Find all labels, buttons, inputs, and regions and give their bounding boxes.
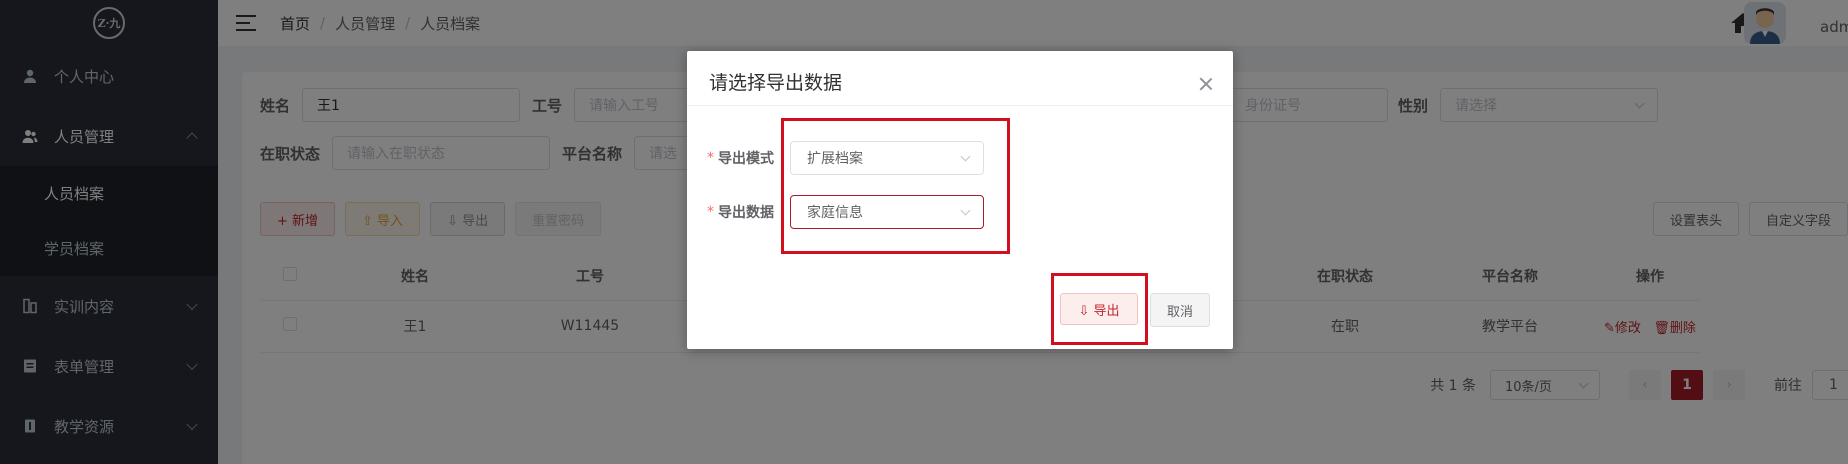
export-mode-row: * 导出模式 扩展档案 [707,141,984,175]
required-mark: * [707,150,714,166]
export-dialog: 请选择导出数据 * 导出模式 扩展档案 * 导出数据 家庭信息 ⇩ 导出 取消 [687,51,1233,349]
dialog-cancel-button[interactable]: 取消 [1150,293,1210,327]
export-data-select[interactable]: 家庭信息 [790,195,984,229]
export-data-row: * 导出数据 家庭信息 [707,195,984,229]
chevron-down-icon [960,205,971,216]
export-mode-select[interactable]: 扩展档案 [790,141,984,175]
close-icon[interactable] [1199,77,1213,91]
dialog-divider [687,105,1233,106]
export-data-value: 家庭信息 [807,205,863,221]
dialog-export-button[interactable]: ⇩ 导出 [1060,293,1138,325]
export-mode-value: 扩展档案 [807,151,863,167]
dialog-title: 请选择导出数据 [709,72,843,94]
chevron-down-icon [960,151,971,162]
export-data-label: 导出数据 [718,205,774,221]
export-mode-label: 导出模式 [718,151,774,167]
required-mark: * [707,204,714,220]
